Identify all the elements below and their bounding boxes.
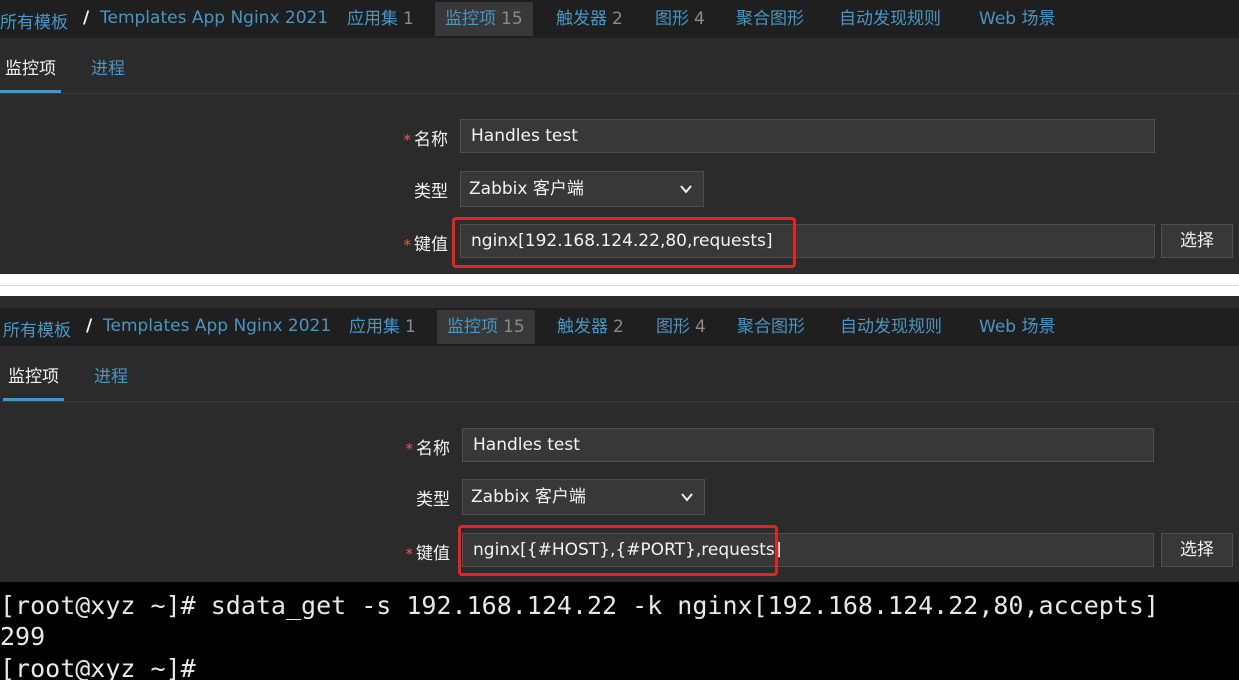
tab-label: 监控项 [445, 9, 496, 29]
terminal: [root@xyz ~]# sdata_get -s 192.168.124.2… [0, 582, 1239, 680]
type-select[interactable]: Zabbix 客户端 [462, 479, 705, 515]
type-label: 类型 [416, 490, 450, 510]
subtab-item[interactable]: 监控项 [3, 360, 64, 401]
subtab-preprocessing[interactable]: 进程 [89, 360, 133, 401]
divider [0, 285, 1239, 286]
tab-count: 1 [403, 9, 414, 29]
required-mark: * [405, 440, 414, 458]
breadcrumb-template-name[interactable]: Templates App Nginx 2021 [103, 316, 331, 336]
tab-label: Web 场景 [979, 317, 1056, 337]
tab-label: Web 场景 [979, 9, 1056, 29]
type-select[interactable]: Zabbix 客户端 [460, 171, 704, 207]
required-mark: * [403, 131, 412, 149]
tab-screens[interactable]: 聚合图形 [727, 310, 815, 344]
required-mark: * [405, 545, 414, 563]
tab-label: 图形 [656, 317, 690, 337]
tab-items[interactable]: 监控项 15 [435, 2, 533, 36]
type-select-value: Zabbix 客户端 [469, 179, 584, 199]
chevron-down-icon [681, 493, 693, 502]
tab-triggers[interactable]: 触发器 2 [547, 310, 634, 344]
type-label: 类型 [414, 182, 448, 202]
highlight-box [452, 217, 796, 268]
terminal-line-output: 299 [0, 622, 46, 651]
terminal-line-prompt: [root@xyz ~]# [0, 654, 196, 680]
tab-count: 4 [694, 9, 705, 29]
tab-applications[interactable]: 应用集 1 [337, 2, 424, 36]
tab-label: 应用集 [349, 317, 400, 337]
breadcrumb-all-templates[interactable]: 所有模板 [0, 8, 68, 33]
tab-count: 4 [695, 317, 706, 337]
tab-web-scenarios[interactable]: Web 场景 [969, 2, 1065, 36]
breadcrumb-template-name[interactable]: Templates App Nginx 2021 [100, 8, 328, 28]
tab-label: 触发器 [557, 317, 608, 337]
tab-label: 图形 [655, 9, 689, 29]
select-key-button[interactable]: 选择 [1161, 533, 1233, 567]
breadcrumb-separator: / [86, 316, 93, 336]
name-label: * 名称 [405, 439, 451, 459]
subtab-item[interactable]: 监控项 [0, 52, 61, 93]
tab-discovery-rules[interactable]: 自动发现规则 [830, 310, 952, 344]
tab-label: 自动发现规则 [839, 9, 941, 29]
type-select-value: Zabbix 客户端 [471, 487, 586, 507]
tab-graphs[interactable]: 图形 4 [646, 310, 716, 344]
form-subtabs: 监控项 进程 [0, 38, 1239, 94]
name-input[interactable]: Handles test [460, 119, 1155, 153]
breadcrumb-all-templates[interactable]: 所有模板 [3, 316, 71, 341]
tab-applications[interactable]: 应用集 1 [339, 310, 426, 344]
tab-label: 应用集 [347, 9, 398, 29]
tab-label: 自动发现规则 [840, 317, 942, 337]
tab-count: 2 [613, 317, 624, 337]
tab-graphs[interactable]: 图形 4 [645, 2, 715, 36]
name-input[interactable]: Handles test [462, 428, 1154, 462]
tab-count: 15 [503, 317, 525, 337]
breadcrumb-separator: / [83, 8, 90, 28]
required-mark: * [403, 236, 412, 254]
tab-count: 1 [405, 317, 416, 337]
key-label: * 键值 [405, 544, 451, 564]
subtab-preprocessing[interactable]: 进程 [86, 52, 130, 93]
select-key-button[interactable]: 选择 [1161, 224, 1233, 258]
template-nav-bar: 所有模板 / Templates App Nginx 2021 应用集 1 监控项… [0, 0, 1239, 38]
name-label: * 名称 [403, 130, 449, 150]
tab-discovery-rules[interactable]: 自动发现规则 [829, 2, 951, 36]
item-form-panel-2: 所有模板 / Templates App Nginx 2021 应用集 1 监控项… [0, 296, 1239, 582]
tab-label: 触发器 [556, 9, 607, 29]
chevron-down-icon [680, 185, 692, 194]
tab-count: 2 [612, 9, 623, 29]
template-nav-bar: 所有模板 / Templates App Nginx 2021 应用集 1 监控项… [0, 308, 1239, 346]
tab-label: 聚合图形 [736, 9, 804, 29]
tab-items[interactable]: 监控项 15 [437, 310, 535, 344]
highlight-box [458, 525, 778, 576]
item-form-panel-1: 所有模板 / Templates App Nginx 2021 应用集 1 监控项… [0, 0, 1239, 274]
tab-label: 监控项 [447, 317, 498, 337]
tab-screens[interactable]: 聚合图形 [726, 2, 814, 36]
tab-count: 15 [501, 9, 523, 29]
terminal-line-command: [root@xyz ~]# sdata_get -s 192.168.124.2… [0, 591, 1159, 620]
key-label: * 键值 [403, 235, 449, 255]
tab-triggers[interactable]: 触发器 2 [546, 2, 633, 36]
tab-web-scenarios[interactable]: Web 场景 [969, 310, 1065, 344]
form-subtabs: 监控项 进程 [0, 346, 1239, 402]
tab-label: 聚合图形 [737, 317, 805, 337]
